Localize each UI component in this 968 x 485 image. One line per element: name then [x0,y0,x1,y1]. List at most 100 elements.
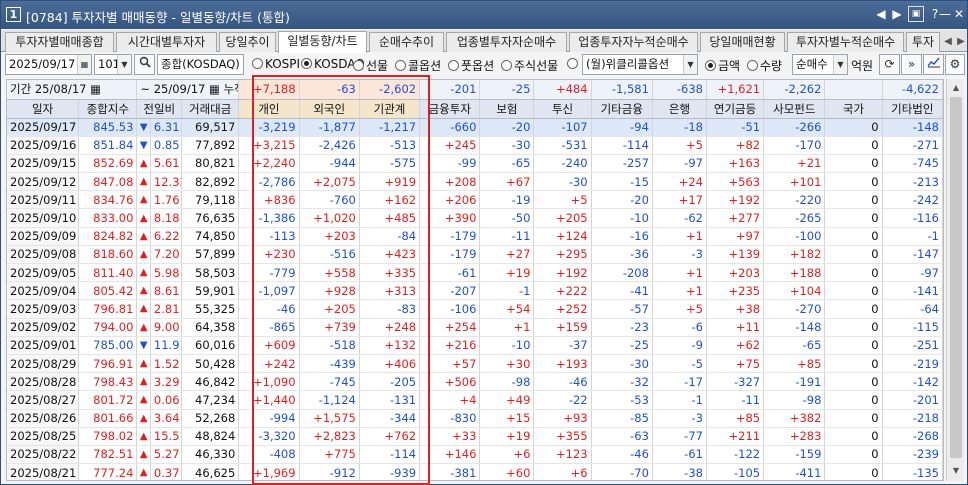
column-header[interactable]: 국가 [824,99,883,119]
radio-put-option[interactable]: 풋옵션 [448,57,494,74]
next-page-button[interactable]: » [901,54,922,75]
table-row[interactable]: 2025/08/28 798.43 ▲ 3.29 46,842 +1,090 -745 -20… [7,372,943,392]
column-header[interactable]: 외국인 [299,99,360,119]
tab-net-buy-trend[interactable]: 순매수추이 [369,32,444,52]
table-row[interactable]: 2025/09/15 852.69 ▲ 5.61 80,821 +2,240 -944 -57… [7,154,943,174]
value-cell: -97 [882,263,943,283]
date-cell: 2025/08/27 [7,390,80,410]
table-row[interactable]: 2025/08/21 777.24 ▲ 0.37 46,625 +1,969 -912 -93… [7,463,943,480]
tab-scroll-left-icon[interactable]: ◀ [941,34,955,50]
tab-more[interactable]: 투자 [906,32,940,52]
vertical-scrollbar[interactable]: ▲ ▼ [946,79,964,481]
value-cell: -1,877 [299,118,360,137]
table-row[interactable]: 2025/09/10 833.00 ▲ 8.18 76,635 -1,386 +1,020 +… [7,208,943,228]
tab-investor-summary[interactable]: 투자자별매매종합 [5,32,114,52]
radio-weekly[interactable] [567,57,580,71]
settings-button[interactable]: ⚙ [945,54,965,75]
column-header[interactable]: 개인 [238,99,300,119]
value-cell: -61 [419,263,481,283]
to-date-field[interactable]: ~ 25/09/17 ▦ 누적순매수 [136,80,240,100]
radio-call-option[interactable]: 콜옵션 [395,57,441,74]
column-header[interactable]: 보험 [479,99,535,119]
column-header[interactable]: 거래대금 [181,99,240,119]
value-cell: +205 [533,208,592,228]
tab-sector-cumulative[interactable]: 업종투자자누적순매수 [569,32,698,52]
date-cell: 2025/09/04 [7,281,80,301]
table-row[interactable]: 2025/09/04 805.42 ▲ 8.61 59,901 -1,097 +928 +31… [7,281,943,301]
mode-select[interactable]: 순매수 ▼ [792,54,848,75]
tab-daily-chart[interactable]: 일별동향/차트 [278,31,367,53]
table-row[interactable]: 2025/08/26 801.66 ▲ 3.64 52,268 -994 +1,575 -34… [7,409,943,428]
value-cell: 46,330 [181,445,240,465]
tab-intraday-trend[interactable]: 당일추이 [219,32,276,52]
prev-icon[interactable]: ◀ [873,6,889,22]
radio-kospi[interactable]: KOSPI [252,57,300,71]
date-cell: 2025/08/25 [7,427,80,446]
column-header[interactable]: 투신 [533,99,592,119]
calendar-icon[interactable]: ▦ [77,55,91,74]
value-cell: 69,517 [181,118,240,137]
code-select[interactable]: 101 ▼ [94,54,132,75]
scroll-down-icon[interactable]: ▼ [949,464,963,478]
table-row[interactable]: 2025/09/12847.08▲12.3282,892-2,786+2,075… [7,172,943,192]
column-header[interactable]: 사모펀드 [763,99,826,119]
scroll-thumb[interactable] [950,97,962,458]
scroll-up-icon[interactable]: ▲ [949,81,963,95]
value-cell: +206 [419,190,481,210]
table-row[interactable]: 2025/09/09 824.82 ▲ 6.22 74,850 -113 +203 -84 -1… [7,227,943,246]
value-cell: +162 [359,190,421,210]
table-row[interactable]: 2025/09/03 796.81 ▲ 2.81 55,325 -46 +205 -83 -10… [7,299,943,319]
radio-futures[interactable]: 선물 [353,57,388,74]
column-header[interactable]: 기타법인 [882,99,943,119]
table-row[interactable]: 2025/08/22 782.51 ▲ 5.27 46,330 -408 +775 -114 +… [7,445,943,465]
tab-investor-cumulative[interactable]: 투자자별누적순매수 [787,32,904,52]
radio-quantity[interactable]: 수량 [747,57,782,74]
tab-today-trading[interactable]: 당일매매현황 [700,32,785,52]
value-cell: -9 [652,336,707,355]
close-icon[interactable]: ✕ [951,6,967,22]
value-cell: 0 [824,427,883,446]
table-row[interactable]: 2025/09/05 811.40 ▲ 5.98 58,503 -779 +558 +335-… [7,263,943,283]
table-row[interactable]: 2025/09/08 818.60 ▲ 7.20 57,899 +230 -516 +423-… [7,245,943,265]
refresh-button[interactable]: ⟳ [879,54,900,75]
tab-scroll-right-icon[interactable]: ▶ [954,34,968,50]
column-header[interactable]: 종합지수 [78,99,138,119]
table-row[interactable]: 2025/09/01785.00▼11.9160,016+609-518+132… [7,336,943,355]
value-cell: -70 [591,463,653,480]
mode-icon[interactable]: ▣ [908,6,924,22]
column-header[interactable]: 일자 [7,99,80,119]
chart-button[interactable] [923,54,944,75]
radio-stock-futures[interactable]: 주식선물 [501,57,558,74]
date-cell: 2025/08/22 [7,445,80,465]
date-field[interactable]: 2025/09/17 ▦ [5,54,92,75]
value-cell: +211 [706,427,765,446]
table-row[interactable]: 2025/09/11 834.76 ▲ 1.76 79,118 +836 -760 +162 +… [7,190,943,210]
table-row[interactable]: 2025/08/29 796.91 ▲ 1.52 50,428 +242 -439 +406 +… [7,354,943,374]
column-header[interactable]: 은행 [652,99,707,119]
value-cell: +19 [479,427,535,446]
value-cell: 52,268 [181,409,240,428]
table-row[interactable]: 2025/08/27 801.72 ▲ 0.06 47,234 +1,440 -1,124-… [7,390,943,410]
column-header[interactable]: 연기금등 [706,99,765,119]
radio-amount[interactable]: 금액 [705,57,740,74]
weekly-option-select[interactable]: (월)위클리콜옵션 ▼ [582,54,698,75]
chevron-down-icon[interactable]: ▼ [683,55,697,74]
value-cell: +1,020 [299,208,360,228]
table-row[interactable]: 2025/09/02 794.00 ▲ 9.00 64,358 -865 +739 +248 +… [7,318,943,337]
table-row[interactable]: 2025/08/25798.02▲15.5148,824-3,320+2,823… [7,427,943,446]
chevron-down-icon[interactable]: ▼ [117,55,131,74]
summary-value: +7,188 [238,80,300,100]
next-icon[interactable]: ▶ [889,6,905,22]
table-row[interactable]: 2025/09/17 845.53 ▼ 6.31 69,517 -3,219 -1,877-… [7,118,943,137]
column-header[interactable]: 기관계 [359,99,421,119]
column-header[interactable]: 기타금융 [591,99,653,119]
column-header[interactable]: 전일비 [136,99,183,119]
chevron-down-icon[interactable]: ▼ [833,55,847,74]
value-cell: +33 [419,427,481,446]
search-button[interactable] [134,54,155,75]
from-date-field[interactable]: 25/08/17 [35,82,87,96]
table-row[interactable]: 2025/09/16 851.84 ▼ 0.85 77,892 +3,215 -2,426-… [7,136,943,155]
tab-time-investor[interactable]: 시간대별투자자 [116,32,217,52]
tab-sector-net-buy[interactable]: 업종별투자자순매수 [446,32,567,52]
column-header[interactable]: 금융투자 [419,99,481,119]
